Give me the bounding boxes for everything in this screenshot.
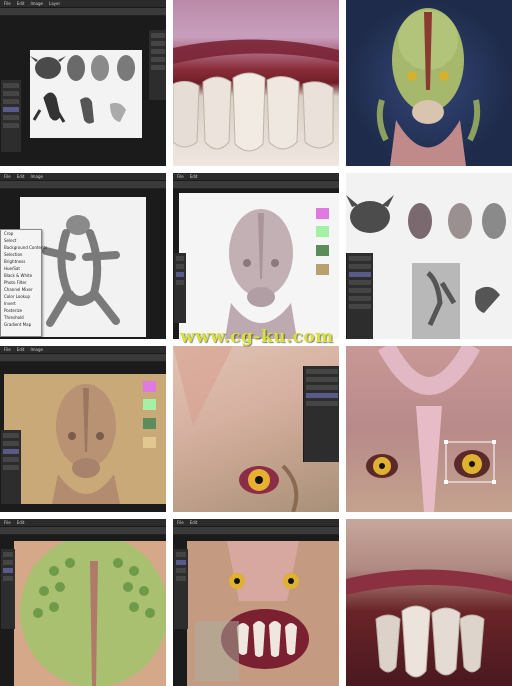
teeth-icon bbox=[173, 39, 339, 152]
menu-item[interactable]: Crop bbox=[1, 230, 41, 237]
menu-file[interactable]: File bbox=[177, 519, 184, 526]
swatch-mint[interactable] bbox=[143, 399, 156, 410]
tile-teeth-closeup[interactable] bbox=[173, 0, 339, 166]
alien-head-icon bbox=[376, 8, 481, 166]
menu-item[interactable]: Brightness bbox=[1, 258, 41, 265]
tan-canvas bbox=[4, 374, 166, 504]
scalp-canvas bbox=[14, 535, 166, 686]
swatch-green[interactable] bbox=[316, 245, 329, 256]
menu-item[interactable]: Select bbox=[1, 237, 41, 244]
tile-eye-transform[interactable] bbox=[346, 346, 512, 512]
menu-item[interactable]: Posterize bbox=[1, 307, 41, 314]
menu-file[interactable]: File bbox=[4, 519, 11, 526]
layers-panel[interactable] bbox=[0, 80, 21, 152]
tile-creature-sculpt[interactable]: File Edit Image Crop Select Background C… bbox=[0, 173, 166, 339]
tile-alien-bust-final[interactable] bbox=[346, 0, 512, 166]
menu-item[interactable]: Gradient Map bbox=[1, 321, 41, 328]
menu-item[interactable]: Threshold bbox=[1, 314, 41, 321]
menu-image[interactable]: Image bbox=[30, 173, 43, 180]
swatch-mint[interactable] bbox=[316, 226, 329, 237]
tile-mouth-closeup[interactable] bbox=[346, 519, 512, 686]
mouth-texture-icon bbox=[195, 541, 309, 681]
ps-menubar: File Edit bbox=[0, 519, 166, 527]
tile-eye-closeup[interactable] bbox=[173, 346, 339, 512]
menu-image[interactable]: Image bbox=[30, 0, 43, 7]
menu-file[interactable]: File bbox=[4, 0, 11, 7]
tile-alien-bust-gray[interactable]: File Edit bbox=[173, 173, 339, 339]
menu-item[interactable]: Invert bbox=[1, 300, 41, 307]
sketch-canvas bbox=[30, 50, 142, 138]
menu-item[interactable]: Color Lookup bbox=[1, 293, 41, 300]
ps-options-bar bbox=[173, 527, 339, 535]
layers-panel[interactable] bbox=[0, 430, 21, 504]
ps-options-bar bbox=[173, 181, 339, 189]
ps-menubar: File Edit Image Layer bbox=[0, 0, 166, 8]
alien-bust-gray-icon bbox=[225, 209, 297, 339]
scalp-pattern-icon bbox=[20, 535, 166, 686]
menu-edit[interactable]: Edit bbox=[17, 0, 25, 7]
menu-image[interactable]: Image bbox=[30, 346, 43, 353]
layers-panel[interactable] bbox=[173, 549, 188, 629]
ps-options-bar bbox=[0, 527, 166, 535]
ps-options-bar bbox=[0, 354, 166, 362]
ps-menubar: File Edit Image bbox=[0, 346, 166, 354]
menu-item[interactable]: Selection bbox=[1, 251, 41, 258]
mouth-canvas bbox=[187, 541, 339, 686]
menu-file[interactable]: File bbox=[4, 173, 11, 180]
gray-canvas bbox=[179, 193, 339, 339]
swatch-tan[interactable] bbox=[316, 264, 329, 275]
mouth-closeup-icon bbox=[346, 569, 512, 678]
swatch-pink[interactable] bbox=[316, 208, 329, 219]
menu-item[interactable]: Background Contents bbox=[1, 244, 47, 251]
menu-item[interactable]: Black & White bbox=[1, 272, 41, 279]
creature-sketches-icon bbox=[30, 55, 135, 124]
menu-edit[interactable]: Edit bbox=[17, 519, 25, 526]
menu-item[interactable]: Hue/Sat bbox=[1, 265, 41, 272]
swatch-green[interactable] bbox=[143, 418, 156, 429]
swatch-pink[interactable] bbox=[143, 381, 156, 392]
layers-panel[interactable] bbox=[0, 549, 15, 629]
tools-panel[interactable] bbox=[148, 30, 166, 100]
layers-panel[interactable] bbox=[346, 253, 373, 339]
ps-options-bar bbox=[0, 181, 166, 189]
alien-bust-tan-icon bbox=[52, 384, 120, 504]
ps-menubar: File Edit Image bbox=[0, 173, 166, 181]
menu-edit[interactable]: Edit bbox=[190, 519, 198, 526]
tile-mouth-texture[interactable]: File Edit bbox=[173, 519, 339, 686]
menu-edit[interactable]: Edit bbox=[17, 346, 25, 353]
watermark-text: www.cg-ku.com bbox=[180, 327, 334, 347]
tile-scalp-pattern[interactable]: File Edit bbox=[0, 519, 166, 686]
menu-edit[interactable]: Edit bbox=[190, 173, 198, 180]
menu-item[interactable]: Photo Filter bbox=[1, 279, 41, 286]
adjustments-panel[interactable] bbox=[303, 366, 339, 462]
menu-layer[interactable]: Layer bbox=[49, 0, 60, 7]
context-menu[interactable]: Crop Select Background Contents Selectio… bbox=[0, 229, 47, 337]
layers-panel[interactable] bbox=[173, 253, 186, 323]
ps-menubar: File Edit bbox=[173, 519, 339, 527]
menu-file[interactable]: File bbox=[177, 173, 184, 180]
menu-edit[interactable]: Edit bbox=[17, 173, 25, 180]
ps-menubar: File Edit bbox=[173, 173, 339, 181]
eye-transform-icon bbox=[366, 346, 496, 512]
tile-concept-sheet[interactable] bbox=[346, 173, 512, 339]
swatch-tan[interactable] bbox=[143, 437, 156, 448]
ps-options-bar bbox=[0, 8, 166, 16]
tile-alien-bust-tan[interactable]: File Edit Image bbox=[0, 346, 166, 512]
menu-file[interactable]: File bbox=[4, 346, 11, 353]
tile-sketch-sheet[interactable]: File Edit Image Layer bbox=[0, 0, 166, 166]
menu-item[interactable]: Channel Mixer bbox=[1, 286, 41, 293]
